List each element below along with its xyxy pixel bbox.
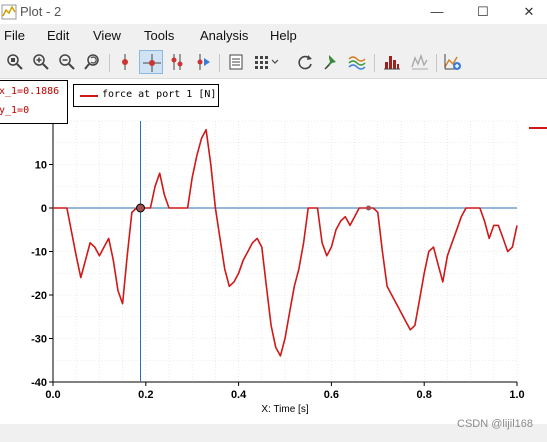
x-tick-label: 0.0 [45, 389, 60, 401]
cursor-y-value: y_1=0 [0, 105, 30, 116]
cursor-marker [136, 203, 146, 213]
legend[interactable]: force at port 1 [N] [73, 84, 219, 107]
x-tick-label: 0.6 [324, 389, 339, 401]
legend-label: force at port 1 [N] [102, 89, 217, 100]
x-axis-label: X: Time [s] [261, 404, 308, 415]
line-chart[interactable]: 10 0 -10 -20 -30 -400.0 0.2 0.4 0.6 0.8 1.0 X: Time… [0, 0, 547, 442]
data-point-marker [366, 205, 372, 211]
y-tick-label: 10 [35, 160, 47, 172]
x-tick-label: 0.4 [231, 389, 247, 401]
x-tick-label: 0.8 [417, 389, 432, 401]
cursor-x-value: x_1=0.1886 [0, 86, 60, 97]
y-tick-label: -40 [31, 377, 47, 389]
cursor-readout[interactable]: x_1=0.1886 y_1=0 [0, 80, 68, 124]
watermark: CSDN @lijil168 [457, 418, 533, 430]
y-tick-label: -30 [31, 334, 47, 346]
x-tick-label: 1.0 [509, 389, 524, 401]
y-tick-label: -20 [31, 290, 47, 302]
legend-swatch [80, 95, 98, 97]
y-tick-label: -10 [31, 247, 47, 259]
x-tick-label: 0.2 [138, 389, 153, 401]
y-tick-label: 0 [41, 203, 47, 215]
